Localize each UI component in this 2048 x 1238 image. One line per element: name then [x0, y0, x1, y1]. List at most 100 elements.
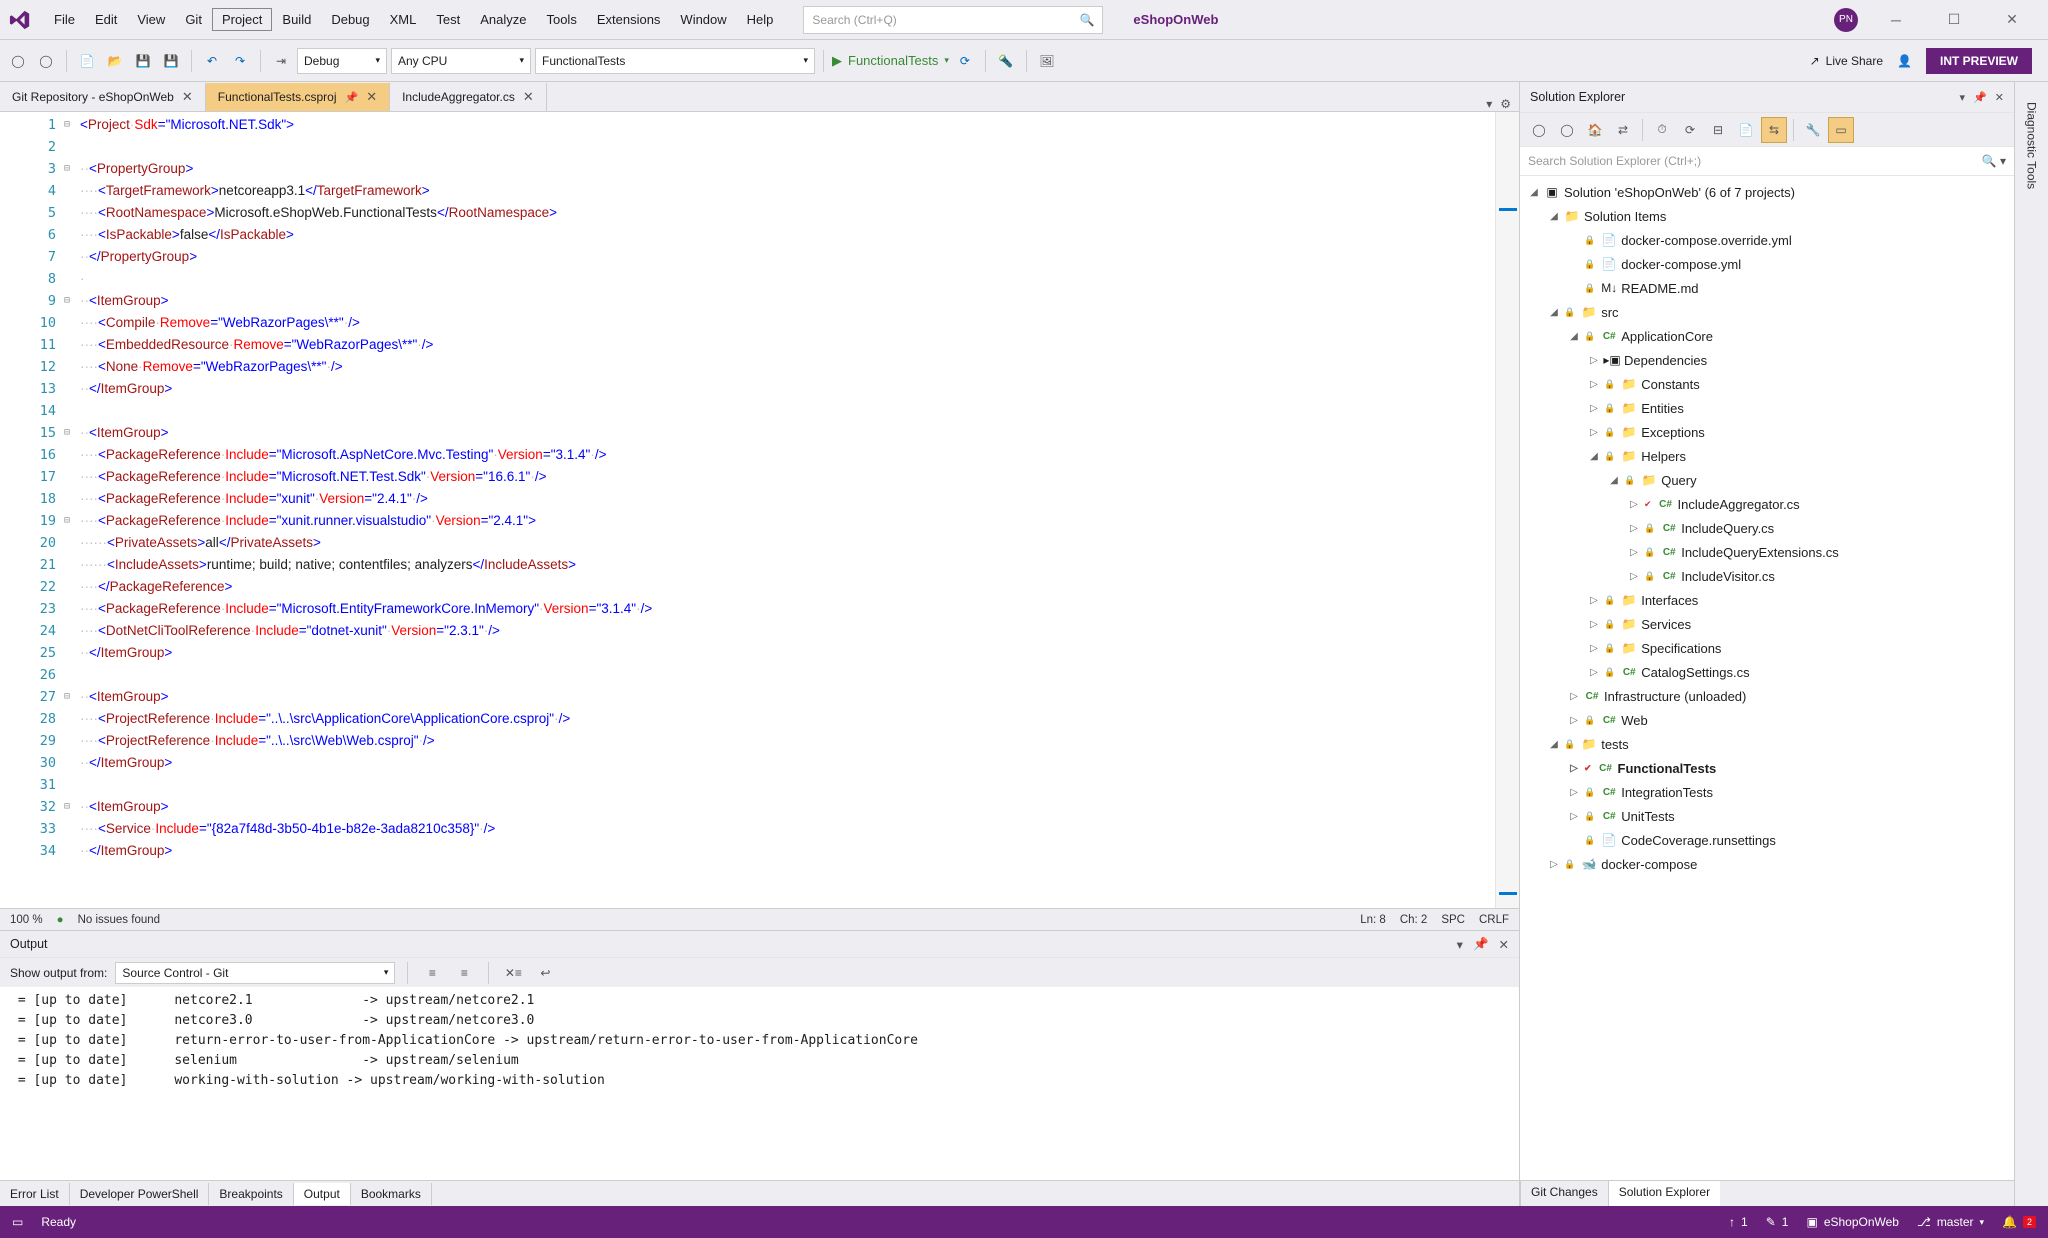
expand-icon[interactable]: ◢ [1548, 739, 1560, 750]
tree-item[interactable]: ▷🔒📁Specifications [1520, 636, 2014, 660]
expand-icon[interactable]: ◢ [1528, 187, 1540, 198]
tree-item[interactable]: ◢🔒📁src [1520, 300, 2014, 324]
menu-build[interactable]: Build [272, 8, 321, 31]
tree-item[interactable]: ◢▣Solution 'eShopOnWeb' (6 of 7 projects… [1520, 180, 2014, 204]
document-tab[interactable]: FunctionalTests.csproj📌✕ [206, 83, 390, 111]
expand-icon[interactable]: ▷ [1588, 427, 1600, 438]
expand-icon[interactable]: ▷ [1588, 379, 1600, 390]
tree-item[interactable]: ▷🔒C#IncludeQueryExtensions.cs [1520, 540, 2014, 564]
tree-item[interactable]: ▷🔒🐋docker-compose [1520, 852, 2014, 876]
menu-view[interactable]: View [127, 8, 175, 31]
solexp-back-icon[interactable]: ◯ [1526, 117, 1552, 143]
expand-icon[interactable]: ▷ [1588, 595, 1600, 606]
solexp-filter-icon[interactable]: ⏱ [1649, 117, 1675, 143]
issues-status[interactable]: No issues found [78, 914, 160, 926]
menu-project[interactable]: Project [212, 8, 272, 31]
tree-item[interactable]: ▷🔒C#CatalogSettings.cs [1520, 660, 2014, 684]
window-minimize[interactable]: ─ [1876, 12, 1916, 28]
startup-project-dropdown[interactable]: FunctionalTests▾ [535, 48, 815, 74]
solexp-sync-icon[interactable]: ⟳ [1677, 117, 1703, 143]
window-close[interactable]: ✕ [1992, 11, 2032, 28]
expand-icon[interactable]: ◢ [1548, 307, 1560, 318]
nav-back-icon[interactable]: ◯ [6, 49, 30, 73]
code-content[interactable]: <Project·Sdk="Microsoft.NET.Sdk"> ··<Pro… [78, 112, 1495, 908]
output-source-dropdown[interactable]: Source Control - Git▾ [115, 962, 395, 984]
tree-item[interactable]: ▷C#Infrastructure (unloaded) [1520, 684, 2014, 708]
output-indent-left-icon[interactable]: ≡ [420, 961, 444, 985]
expand-icon[interactable]: ▷ [1628, 523, 1640, 534]
nav-fwd-icon[interactable]: ◯ [34, 49, 58, 73]
step-over-icon[interactable]: ⇥ [269, 49, 293, 73]
menu-window[interactable]: Window [670, 8, 736, 31]
menu-debug[interactable]: Debug [321, 8, 379, 31]
solexp-tree[interactable]: ◢▣Solution 'eShopOnWeb' (6 of 7 projects… [1520, 176, 2014, 1180]
expand-icon[interactable]: ▷ [1568, 763, 1580, 774]
menu-test[interactable]: Test [426, 8, 470, 31]
tree-item[interactable]: 🔒M↓README.md [1520, 276, 2014, 300]
status-notifications[interactable]: 🔔2 [2002, 1215, 2036, 1229]
platform-dropdown[interactable]: Any CPU▾ [391, 48, 531, 74]
panel-pin-icon[interactable]: 📌 [1473, 937, 1489, 952]
tree-item[interactable]: ◢🔒C#ApplicationCore [1520, 324, 2014, 348]
tree-item[interactable]: ◢🔒📁Query [1520, 468, 2014, 492]
user-avatar[interactable]: PN [1834, 8, 1858, 32]
expand-icon[interactable]: ▷ [1628, 547, 1640, 558]
fold-column[interactable]: ⊟ ⊟ ⊟ ⊟ ⊟ ⊟ ⊟ [64, 112, 78, 908]
quick-search[interactable]: Search (Ctrl+Q) 🔍 [803, 6, 1103, 34]
tree-item[interactable]: ▷🔒📁Entities [1520, 396, 2014, 420]
expand-icon[interactable]: ▷ [1588, 355, 1600, 366]
int-preview-badge[interactable]: INT PREVIEW [1926, 48, 2032, 74]
tree-item[interactable]: 🔒📄docker-compose.yml [1520, 252, 2014, 276]
live-share-button[interactable]: ↗Live Share [1810, 54, 1883, 68]
bottom-tab-developer-powershell[interactable]: Developer PowerShell [70, 1183, 210, 1205]
expand-icon[interactable]: ◢ [1588, 451, 1600, 462]
tree-item[interactable]: ▷▸▣Dependencies [1520, 348, 2014, 372]
panel-dropdown-icon[interactable]: ▾ [1457, 937, 1463, 952]
solexp-preview-icon[interactable]: ▭ [1828, 117, 1854, 143]
status-repo[interactable]: ▣eShopOnWeb [1806, 1215, 1899, 1229]
close-icon[interactable]: ✕ [182, 89, 193, 105]
status-pending-edits[interactable]: ✎1 [1766, 1215, 1789, 1229]
diagnostic-tools-tab[interactable]: Diagnostic Tools [2021, 92, 2043, 199]
refresh-icon[interactable]: ⟳ [953, 49, 977, 73]
solexp-tab-git-changes[interactable]: Git Changes [1520, 1181, 1608, 1206]
config-dropdown[interactable]: Debug▾ [297, 48, 387, 74]
save-all-icon[interactable]: 💾 [159, 49, 183, 73]
expand-icon[interactable]: ▷ [1588, 403, 1600, 414]
document-tab[interactable]: Git Repository - eShopOnWeb✕ [0, 83, 206, 111]
solexp-tab-solution-explorer[interactable]: Solution Explorer [1608, 1181, 1720, 1206]
expand-icon[interactable]: ▷ [1568, 691, 1580, 702]
feedback-icon[interactable]: 👤 [1897, 54, 1912, 68]
expand-icon[interactable]: ▷ [1588, 643, 1600, 654]
zoom-level[interactable]: 100 % [10, 914, 43, 926]
bottom-tab-breakpoints[interactable]: Breakpoints [209, 1183, 293, 1205]
expand-icon[interactable]: ◢ [1548, 211, 1560, 222]
tree-item[interactable]: ▷🔒📁Constants [1520, 372, 2014, 396]
solexp-pin-icon[interactable]: 📌 [1973, 91, 1987, 104]
expand-icon[interactable]: ▷ [1628, 571, 1640, 582]
tree-item[interactable]: ▷✔C#FunctionalTests [1520, 756, 2014, 780]
menu-xml[interactable]: XML [380, 8, 427, 31]
status-branch[interactable]: ⎇master▾ [1917, 1215, 1984, 1229]
expand-icon[interactable]: ▷ [1588, 667, 1600, 678]
tree-item[interactable]: ▷🔒📁Exceptions [1520, 420, 2014, 444]
tree-item[interactable]: 🔒📄docker-compose.override.yml [1520, 228, 2014, 252]
redo-icon[interactable]: ↷ [228, 49, 252, 73]
open-icon[interactable]: 📂 [103, 49, 127, 73]
find-icon[interactable]: 🔦 [994, 49, 1018, 73]
tree-item[interactable]: ▷✔C#IncludeAggregator.cs [1520, 492, 2014, 516]
solexp-properties-icon[interactable]: 🔧 [1800, 117, 1826, 143]
close-icon[interactable]: ✕ [523, 89, 534, 105]
menu-analyze[interactable]: Analyze [470, 8, 536, 31]
save-icon[interactable]: 💾 [131, 49, 155, 73]
tree-item[interactable]: ▷🔒📁Interfaces [1520, 588, 2014, 612]
solexp-close-icon[interactable]: ✕ [1995, 91, 2004, 104]
panel-close-icon[interactable]: ✕ [1499, 937, 1509, 952]
expand-icon[interactable]: ▷ [1568, 715, 1580, 726]
menu-tools[interactable]: Tools [536, 8, 586, 31]
tree-item[interactable]: 🔒📄CodeCoverage.runsettings [1520, 828, 2014, 852]
expand-icon[interactable]: ▷ [1628, 499, 1640, 510]
solexp-show-all-icon[interactable]: 📄 [1733, 117, 1759, 143]
image-icon[interactable]: 🖼 [1035, 49, 1059, 73]
tree-item[interactable]: ▷🔒C#Web [1520, 708, 2014, 732]
